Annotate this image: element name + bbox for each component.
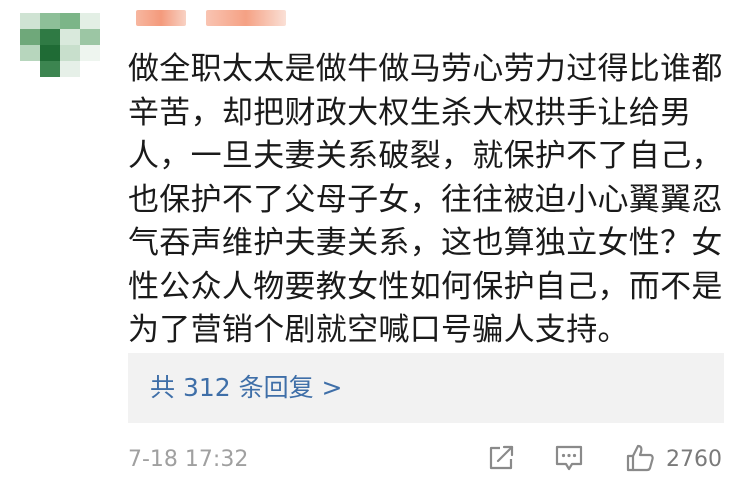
user-badge-blurred <box>206 10 286 26</box>
like-count: 2760 <box>666 447 722 472</box>
replies-box[interactable]: 共 312 条回复 > <box>128 353 724 423</box>
comment-timestamp: 7-18 17:32 <box>128 447 249 472</box>
comment-text: 做全职太太是做牛做马劳心劳力过得比谁都 辛苦，却把财政大权生杀大权拱手让给男 人… <box>128 51 723 348</box>
view-replies-link[interactable]: 共 312 条回复 > <box>150 373 343 403</box>
comment-icon[interactable] <box>553 443 585 473</box>
thumbs-up-icon[interactable] <box>624 443 656 473</box>
avatar[interactable] <box>20 13 100 77</box>
share-icon[interactable] <box>486 443 518 473</box>
username-blurred[interactable] <box>136 10 186 26</box>
